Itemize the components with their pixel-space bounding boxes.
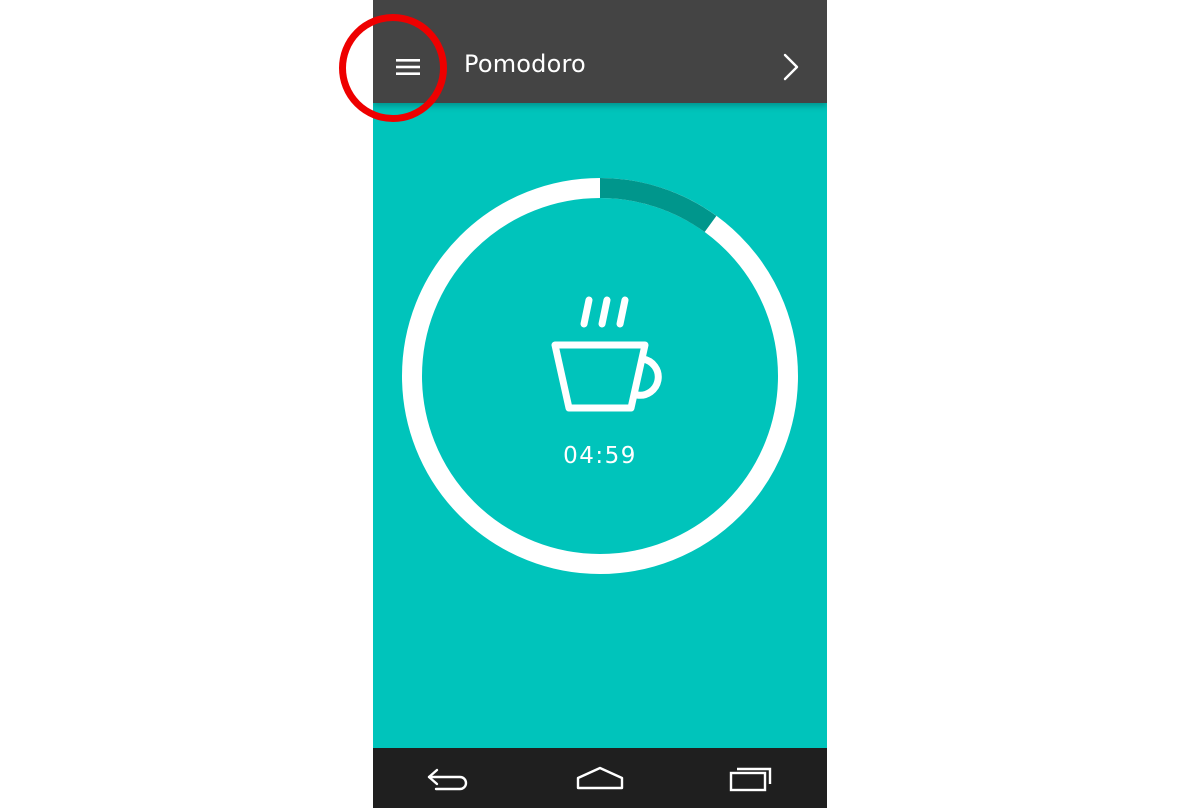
hamburger-menu-icon <box>396 59 420 75</box>
time-remaining: 04:59 <box>563 443 637 469</box>
coffee-cup-icon <box>551 296 662 412</box>
back-icon <box>427 768 467 791</box>
page: Pomodoro 04:59 <box>0 0 1200 808</box>
home-icon <box>576 766 624 790</box>
phone-screen: Pomodoro 04:59 <box>373 0 827 808</box>
menu-button[interactable] <box>387 46 429 88</box>
recents-icon <box>730 767 772 792</box>
chevron-right-icon <box>783 53 799 81</box>
app-title: Pomodoro <box>464 50 586 78</box>
timer-graphic <box>402 178 798 574</box>
timer-area: 04:59 <box>373 103 827 748</box>
app-toolbar: Pomodoro <box>373 0 827 103</box>
back-button[interactable] <box>409 748 489 808</box>
timer-ring <box>402 178 798 574</box>
recents-button[interactable] <box>711 748 791 808</box>
next-button[interactable] <box>773 47 809 87</box>
home-button[interactable] <box>560 748 640 808</box>
system-nav-bar <box>373 748 827 808</box>
